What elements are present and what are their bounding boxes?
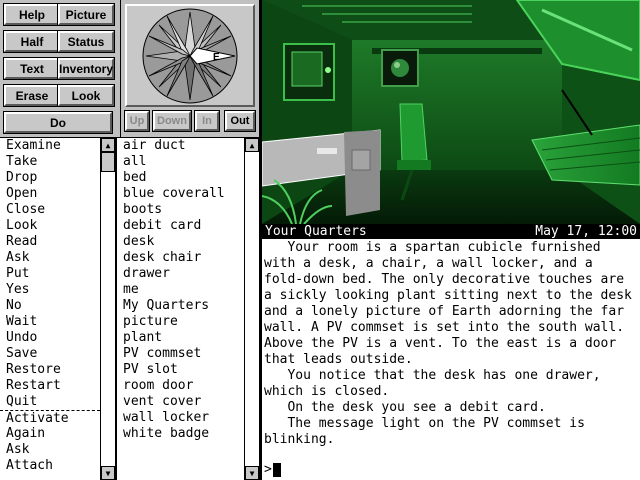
- output-paragraph: Your room is a spartan cubicle furnished…: [264, 240, 632, 367]
- command-prompt[interactable]: >: [264, 462, 281, 477]
- verb-item[interactable]: Drop: [0, 170, 100, 186]
- noun-item[interactable]: desk: [117, 234, 244, 250]
- down-button[interactable]: Down: [152, 110, 192, 132]
- noun-item[interactable]: My Quarters: [117, 298, 244, 314]
- erase-button[interactable]: Erase: [3, 84, 61, 107]
- scroll-down-arrow-icon[interactable]: ▼: [245, 466, 259, 480]
- status-button[interactable]: Status: [57, 30, 115, 53]
- verb-item[interactable]: Attach: [0, 458, 100, 474]
- compass-rose-icon: E: [142, 8, 238, 104]
- verb-item[interactable]: Take: [0, 154, 100, 170]
- noun-item[interactable]: desk chair: [117, 250, 244, 266]
- verb-item[interactable]: No: [0, 298, 100, 314]
- text-cursor: [272, 462, 281, 477]
- noun-item[interactable]: drawer: [117, 266, 244, 282]
- verb-scrollbar[interactable]: ▲ ▼: [100, 138, 116, 480]
- verb-item[interactable]: Open: [0, 186, 100, 202]
- noun-item[interactable]: PV slot: [117, 362, 244, 378]
- noun-item[interactable]: plant: [117, 330, 244, 346]
- in-button[interactable]: In: [194, 110, 220, 132]
- noun-item[interactable]: PV commset: [117, 346, 244, 362]
- noun-item[interactable]: all: [117, 154, 244, 170]
- noun-item[interactable]: air duct: [117, 138, 244, 154]
- look-button[interactable]: Look: [57, 84, 115, 107]
- noun-item[interactable]: bed: [117, 170, 244, 186]
- output-paragraph: You notice that the desk has one drawer,…: [264, 368, 601, 399]
- compass-panel: E Up Down In Out: [121, 0, 259, 137]
- do-button[interactable]: Do: [3, 111, 113, 134]
- verb-list[interactable]: Examine Take Drop Open Close Look Read A…: [0, 138, 100, 480]
- up-button[interactable]: Up: [124, 110, 150, 132]
- compass[interactable]: E: [125, 4, 255, 107]
- verb-item[interactable]: Wait: [0, 314, 100, 330]
- verb-item[interactable]: Restore: [0, 362, 100, 378]
- output-paragraph: On the desk you see a debit card.: [264, 400, 546, 415]
- verb-item[interactable]: Ask: [0, 442, 100, 458]
- verb-item[interactable]: Ask: [0, 250, 100, 266]
- verb-item[interactable]: Save: [0, 346, 100, 362]
- verb-item[interactable]: Look: [0, 218, 100, 234]
- scroll-up-arrow-icon[interactable]: ▲: [245, 138, 259, 152]
- help-button[interactable]: Help: [3, 3, 61, 26]
- text-button[interactable]: Text: [3, 57, 61, 80]
- location-name: Your Quarters: [265, 224, 367, 239]
- verb-item[interactable]: Examine: [0, 138, 100, 154]
- status-bar: Your Quarters May 17, 12:00: [262, 224, 640, 239]
- noun-item[interactable]: me: [117, 282, 244, 298]
- verb-item[interactable]: Again: [0, 426, 100, 442]
- room-illustration: [262, 0, 640, 224]
- verb-item[interactable]: Restart: [0, 378, 100, 394]
- inventory-button[interactable]: Inventory: [57, 57, 115, 80]
- half-button[interactable]: Half: [3, 30, 61, 53]
- scroll-up-arrow-icon[interactable]: ▲: [101, 138, 115, 152]
- compass-label: E: [213, 52, 220, 63]
- noun-item[interactable]: vent cover: [117, 394, 244, 410]
- noun-item[interactable]: room door: [117, 378, 244, 394]
- verb-item[interactable]: Activate: [0, 410, 100, 426]
- prompt-symbol: >: [264, 462, 272, 477]
- story-output: Your room is a spartan cubicle furnished…: [262, 239, 640, 480]
- verb-item[interactable]: Close: [0, 202, 100, 218]
- noun-item[interactable]: blue coverall: [117, 186, 244, 202]
- noun-item[interactable]: boots: [117, 202, 244, 218]
- noun-item[interactable]: debit card: [117, 218, 244, 234]
- noun-item[interactable]: white badge: [117, 426, 244, 442]
- scroll-down-arrow-icon[interactable]: ▼: [101, 466, 115, 480]
- noun-list[interactable]: air duct all bed blue coverall boots deb…: [117, 138, 244, 480]
- verb-item[interactable]: Yes: [0, 282, 100, 298]
- verb-item[interactable]: Quit: [0, 394, 100, 410]
- verb-item[interactable]: Read: [0, 234, 100, 250]
- picture-button[interactable]: Picture: [57, 3, 115, 26]
- control-panel: Help Picture Half Status Text Inventory …: [0, 0, 120, 137]
- output-paragraph: The message light on the PV commset is b…: [264, 416, 585, 447]
- out-button[interactable]: Out: [224, 110, 256, 132]
- scroll-thumb[interactable]: [101, 152, 115, 172]
- noun-item[interactable]: wall locker: [117, 410, 244, 426]
- noun-scrollbar[interactable]: ▲ ▼: [244, 138, 260, 480]
- scene-view[interactable]: [262, 0, 640, 224]
- date-time: May 17, 12:00: [535, 224, 637, 239]
- verb-item[interactable]: Undo: [0, 330, 100, 346]
- noun-item[interactable]: picture: [117, 314, 244, 330]
- verb-item[interactable]: Put: [0, 266, 100, 282]
